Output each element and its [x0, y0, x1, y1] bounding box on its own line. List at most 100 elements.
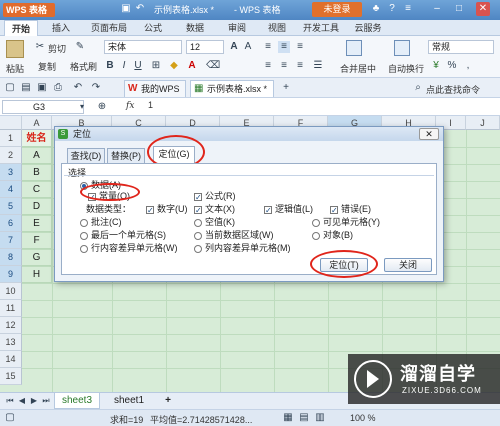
- zoom-in-icon[interactable]: ⊕: [96, 101, 108, 113]
- thousands-icon[interactable]: ,: [462, 60, 474, 72]
- copy-button[interactable]: 复制: [38, 60, 56, 73]
- align-center-icon[interactable]: ≡: [278, 60, 290, 72]
- radio-visible-cells[interactable]: 可见单元格(Y): [312, 215, 380, 228]
- distribute-icon[interactable]: ☰: [312, 60, 324, 72]
- percent-icon[interactable]: %: [446, 60, 458, 72]
- tab-data[interactable]: 数据: [180, 20, 210, 36]
- table-cell[interactable]: B: [22, 164, 52, 181]
- format-painter-button[interactable]: 格式刷: [70, 60, 97, 73]
- column-header[interactable]: A: [22, 116, 52, 130]
- new-doc-icon[interactable]: ▢: [4, 82, 16, 94]
- radio-last-cell[interactable]: 最后一个单元格(S): [80, 228, 166, 241]
- italic-icon[interactable]: I: [118, 60, 130, 72]
- clear-format-icon[interactable]: ⌫: [206, 60, 220, 72]
- underline-icon[interactable]: U: [132, 60, 144, 72]
- menu-icon[interactable]: ≡: [402, 3, 414, 15]
- radio-objects[interactable]: 对象(B): [312, 228, 353, 241]
- undo-icon[interactable]: ↶: [134, 3, 146, 15]
- login-button[interactable]: 未登录: [312, 2, 362, 17]
- radio-current-region[interactable]: 当前数据区域(W): [194, 228, 274, 241]
- format-painter-icon[interactable]: ✎: [74, 41, 86, 53]
- doctab-example-sheet[interactable]: ▦ 示例表格.xlsx *: [190, 80, 274, 97]
- cut-icon[interactable]: ✂: [34, 41, 46, 53]
- border-icon[interactable]: ⊞: [150, 60, 162, 72]
- normal-view-icon[interactable]: ▦: [282, 412, 294, 424]
- merge-center-icon[interactable]: [346, 40, 362, 56]
- cut-button[interactable]: 剪切: [48, 42, 66, 55]
- save-icon[interactable]: ▣: [120, 3, 132, 15]
- row-header[interactable]: 5: [0, 198, 22, 215]
- radio-blank[interactable]: 空值(K): [194, 215, 235, 228]
- cell-header-name[interactable]: 姓名: [22, 130, 52, 147]
- align-bottom-icon[interactable]: ≡: [294, 41, 306, 53]
- tab-find[interactable]: 查找(D): [67, 148, 105, 163]
- table-cell[interactable]: C: [22, 181, 52, 198]
- row-header[interactable]: 12: [0, 317, 22, 334]
- paste-button[interactable]: 粘贴: [6, 62, 24, 75]
- shrink-font-icon[interactable]: A: [242, 41, 254, 53]
- row-header[interactable]: 2: [0, 147, 22, 164]
- align-top-icon[interactable]: ≡: [262, 41, 274, 53]
- checkbox-formula[interactable]: ✓ 公式(R): [194, 189, 236, 202]
- name-box[interactable]: G3: [2, 100, 84, 114]
- table-cell[interactable]: F: [22, 232, 52, 249]
- table-cell[interactable]: H: [22, 266, 52, 283]
- font-size-select[interactable]: 12: [186, 40, 224, 54]
- align-right-icon[interactable]: ≡: [294, 60, 306, 72]
- row-header[interactable]: 4: [0, 181, 22, 198]
- tab-page-layout[interactable]: 页面布局: [86, 20, 132, 36]
- tab-formula[interactable]: 公式: [138, 20, 168, 36]
- column-header[interactable]: J: [466, 116, 500, 130]
- prev-sheet-icon[interactable]: ◀: [16, 395, 28, 407]
- close-icon[interactable]: ✕: [476, 2, 490, 16]
- name-box-dropdown-icon[interactable]: ▾: [76, 101, 88, 113]
- checkbox-text[interactable]: ✓ 文本(X): [194, 202, 235, 215]
- tab-developer[interactable]: 开发工具: [298, 20, 344, 36]
- row-header[interactable]: 6: [0, 215, 22, 232]
- next-sheet-icon[interactable]: ▶: [28, 395, 40, 407]
- number-format-select[interactable]: 常规: [428, 40, 494, 54]
- row-header[interactable]: 3: [0, 164, 22, 181]
- wrap-text-icon[interactable]: [394, 40, 410, 56]
- align-left-icon[interactable]: ≡: [262, 60, 274, 72]
- font-color-icon[interactable]: A: [186, 60, 198, 72]
- fill-color-icon[interactable]: ◆: [168, 60, 180, 72]
- tab-cloud[interactable]: 云服务: [348, 20, 388, 36]
- minimize-icon[interactable]: –: [430, 2, 444, 16]
- close-dialog-button[interactable]: 关闭: [384, 258, 432, 272]
- undo-quick-icon[interactable]: ↶: [72, 82, 84, 94]
- page-break-view-icon[interactable]: ▥: [314, 412, 326, 424]
- help-icon[interactable]: ?: [386, 3, 398, 15]
- row-header[interactable]: 7: [0, 232, 22, 249]
- command-search[interactable]: 点此查找命令: [426, 83, 480, 96]
- sheet-tab-sheet3[interactable]: sheet3: [54, 393, 100, 409]
- dialog-close-button[interactable]: ✕: [419, 128, 439, 140]
- table-cell[interactable]: G: [22, 249, 52, 266]
- row-header[interactable]: 14: [0, 351, 22, 368]
- page-layout-view-icon[interactable]: ▤: [298, 412, 310, 424]
- row-header[interactable]: 10: [0, 283, 22, 300]
- bold-icon[interactable]: B: [104, 60, 116, 72]
- paste-icon[interactable]: [6, 40, 24, 58]
- formula-input[interactable]: 1: [148, 100, 498, 114]
- font-name-select[interactable]: 宋体: [104, 40, 182, 54]
- checkbox-number[interactable]: ✓ 数字(U): [146, 202, 188, 215]
- row-header[interactable]: 8: [0, 249, 22, 266]
- redo-quick-icon[interactable]: ↷: [90, 82, 102, 94]
- radio-comment[interactable]: 批注(C): [80, 215, 122, 228]
- grow-font-icon[interactable]: A: [228, 41, 240, 53]
- row-header[interactable]: 1: [0, 130, 22, 147]
- radio-row-diff[interactable]: 行内容差异单元格(W): [80, 241, 178, 254]
- zoom-level[interactable]: 100 %: [350, 413, 376, 423]
- sheet-tab-sheet1[interactable]: sheet1: [106, 393, 152, 409]
- table-cell[interactable]: E: [22, 215, 52, 232]
- row-header[interactable]: 11: [0, 300, 22, 317]
- last-sheet-icon[interactable]: ⏭: [40, 395, 52, 407]
- radio-col-diff[interactable]: 列内容差异单元格(M): [194, 241, 291, 254]
- table-cell[interactable]: A: [22, 147, 52, 164]
- table-cell[interactable]: D: [22, 198, 52, 215]
- row-header[interactable]: 15: [0, 368, 22, 385]
- tab-home[interactable]: 开始: [4, 20, 38, 36]
- save-quick-icon[interactable]: ▣: [36, 82, 48, 94]
- first-sheet-icon[interactable]: ⏮: [4, 395, 16, 407]
